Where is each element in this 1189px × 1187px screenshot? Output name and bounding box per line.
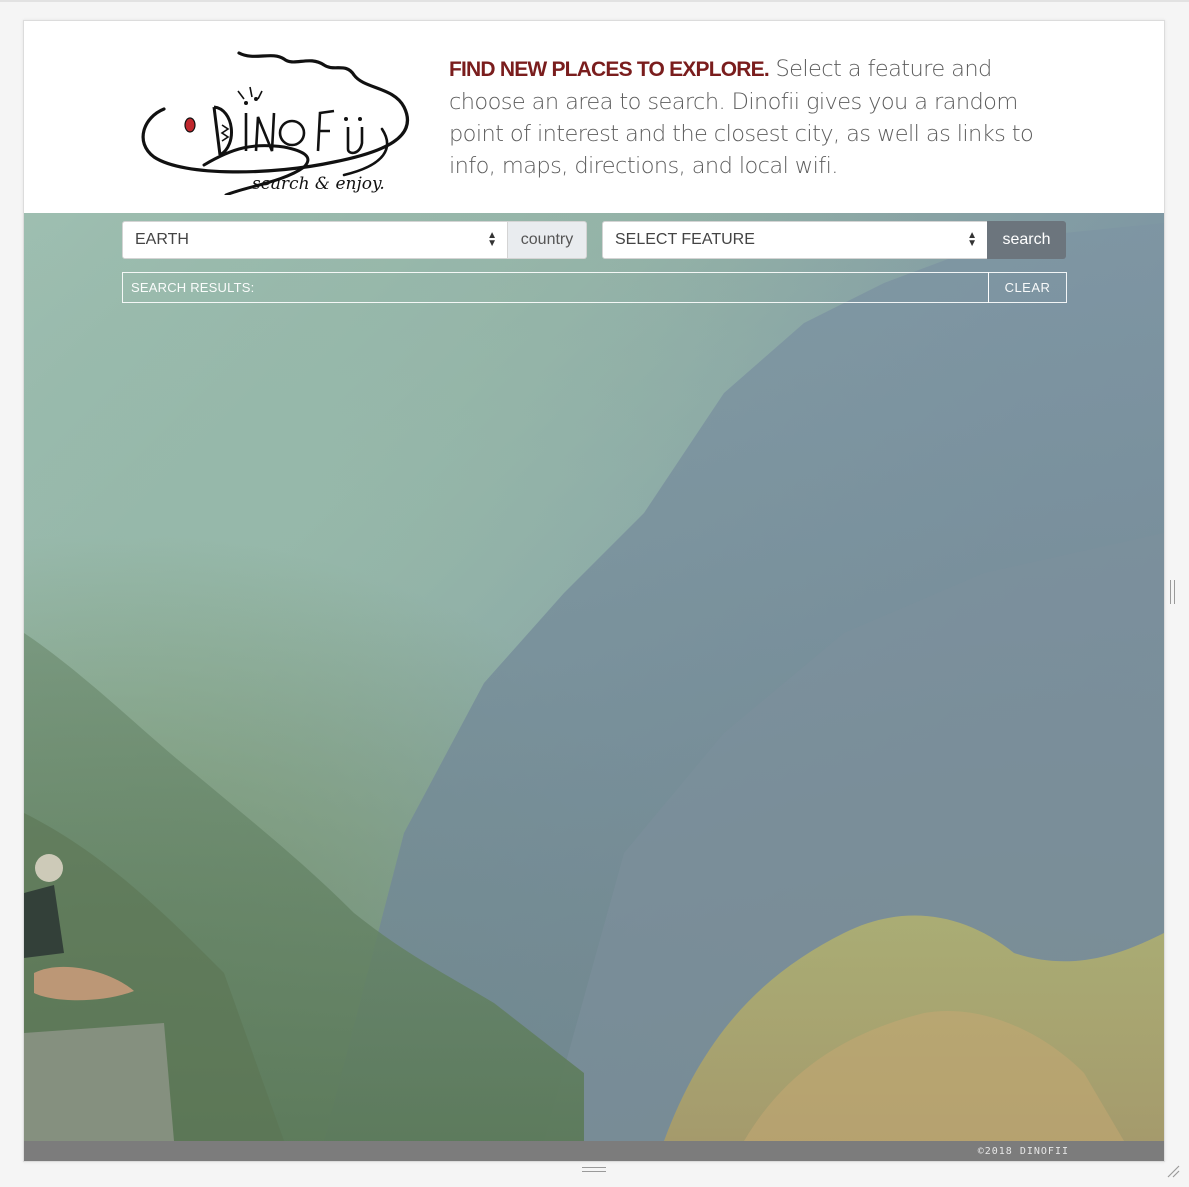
- logo-graphic: search & enjoy.: [141, 51, 410, 197]
- select-arrows-icon: ▲ ▼: [487, 230, 497, 249]
- search-results-field[interactable]: SEARCH RESULTS:: [122, 272, 989, 303]
- site-footer: ©2018 DINOFII: [24, 1141, 1164, 1161]
- bottom-resize-handle-icon[interactable]: [582, 1167, 606, 1172]
- area-select[interactable]: EARTH ▲ ▼: [122, 221, 508, 259]
- mountain-landscape-image: [24, 223, 1164, 1141]
- hero-background: EARTH ▲ ▼ country SELECT FEATURE ▲ ▼ searc…: [24, 213, 1164, 1141]
- logo-subtitle: search & enjoy.: [252, 174, 385, 194]
- tagline: FIND NEW PLACES TO EXPLORE. Select a fea…: [449, 53, 1059, 182]
- country-toggle-button[interactable]: country: [508, 221, 587, 259]
- top-strip: [0, 0, 1189, 2]
- copyright-text: ©2018 DINOFII: [977, 1146, 1069, 1157]
- side-resize-handle-icon[interactable]: [1170, 580, 1175, 604]
- dinofii-logo[interactable]: search & enjoy.: [134, 47, 414, 197]
- search-button[interactable]: search: [987, 221, 1066, 259]
- app-window: search & enjoy. FIND NEW PLACES TO EXPLO…: [23, 20, 1165, 1162]
- area-select-value: EARTH: [135, 231, 189, 248]
- select-arrows-icon: ▲ ▼: [967, 230, 977, 249]
- tagline-lead: FIND NEW PLACES TO EXPLORE.: [449, 58, 770, 81]
- site-header: search & enjoy. FIND NEW PLACES TO EXPLO…: [24, 21, 1164, 213]
- corner-resize-icon[interactable]: [1166, 1164, 1180, 1178]
- clear-button[interactable]: CLEAR: [988, 272, 1067, 303]
- feature-select[interactable]: SELECT FEATURE ▲ ▼: [602, 221, 988, 259]
- feature-select-value: SELECT FEATURE: [615, 231, 755, 248]
